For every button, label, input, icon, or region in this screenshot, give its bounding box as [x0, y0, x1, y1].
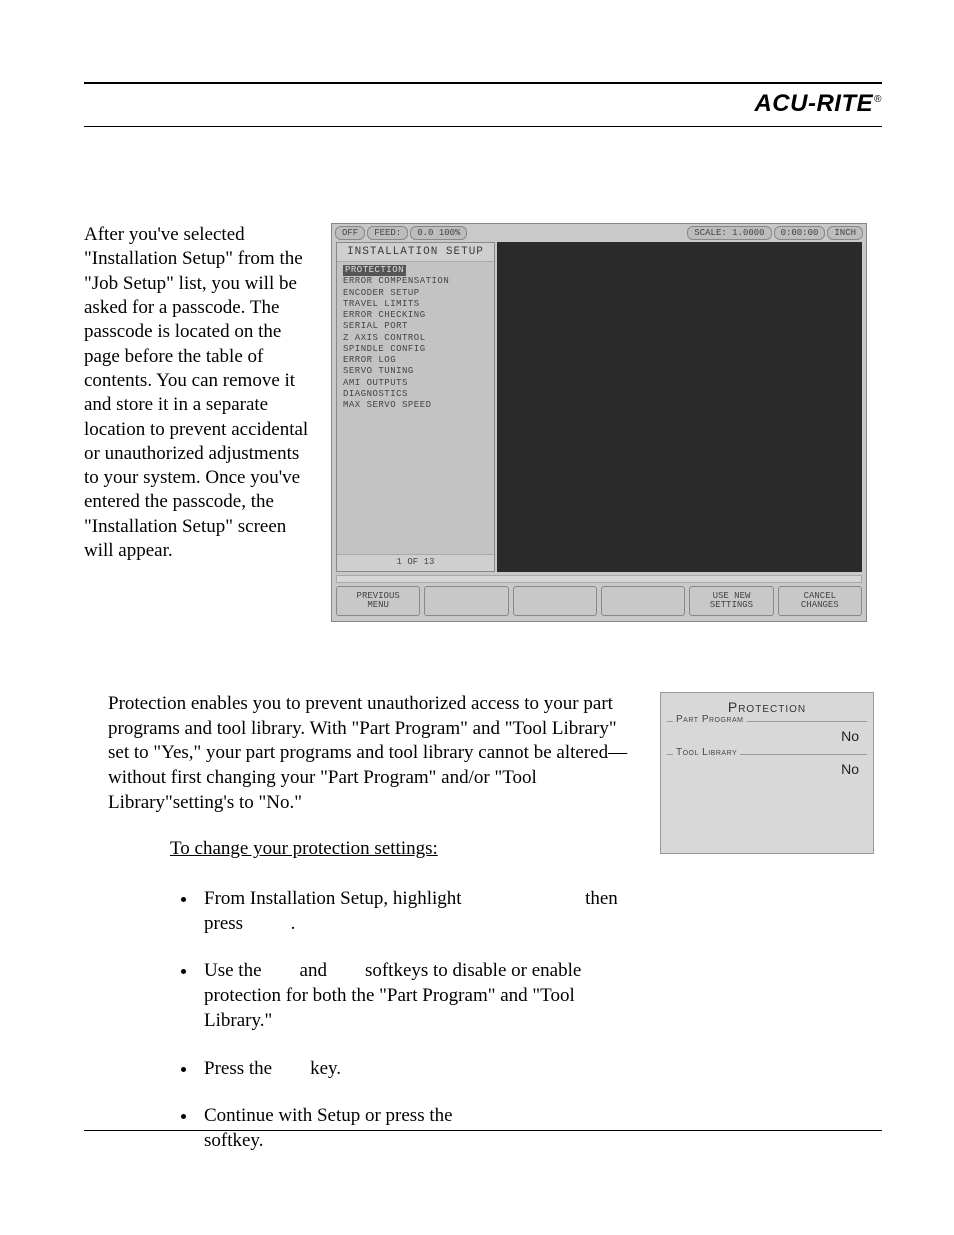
menu-footer-count: 1 OF 13 — [337, 554, 494, 571]
menu-title: INSTALLATION SETUP — [337, 243, 494, 262]
status-pill: OFF — [335, 226, 365, 240]
status-pill: INCH — [827, 226, 863, 240]
menu-item[interactable]: AMI Outputs — [343, 378, 488, 389]
preview-area — [497, 242, 862, 572]
field-value: No — [841, 728, 859, 744]
menu-item[interactable]: Error Checking — [343, 310, 488, 321]
menu-item[interactable]: Error Log — [343, 355, 488, 366]
softkey-blank[interactable] — [601, 586, 685, 616]
menu-item[interactable]: Z Axis Control — [343, 333, 488, 344]
softkey-use-new-settings[interactable]: USE NEW SETTINGS — [689, 586, 773, 616]
softkey-blank[interactable] — [513, 586, 597, 616]
status-pill: FEED: — [367, 226, 408, 240]
status-pill: SCALE: 1.0000 — [687, 226, 771, 240]
step-2: Use the and softkeys to disable or enabl… — [198, 958, 642, 1033]
menu-item[interactable]: Diagnostics — [343, 389, 488, 400]
menu-item[interactable]: Error Compensation — [343, 276, 488, 287]
menu-item[interactable]: Max Servo Speed — [343, 400, 488, 411]
menu-list: Protection Error Compensation Encoder Se… — [337, 262, 494, 554]
installation-setup-screenshot: OFF FEED: 0.0 100% SCALE: 1.0000 0:00:00… — [331, 223, 867, 622]
softkey-cancel-changes[interactable]: CANCEL CHANGES — [778, 586, 862, 616]
step-3: Press the key. — [198, 1056, 642, 1081]
brand-logo: ACU-RITE® — [754, 90, 882, 118]
field-value: No — [841, 761, 859, 777]
intro-paragraph: After you've selected "Installation Setu… — [84, 223, 309, 622]
status-pill: 0.0 100% — [410, 226, 467, 240]
menu-item[interactable]: Travel Limits — [343, 299, 488, 310]
field-label: Tool Library — [673, 747, 740, 758]
protection-paragraph: Protection enables you to prevent unauth… — [108, 692, 642, 815]
softkey-blank[interactable] — [424, 586, 508, 616]
menu-item[interactable]: Encoder Setup — [343, 288, 488, 299]
step-4: Continue with Setup or press the softkey… — [198, 1103, 642, 1153]
softkey-previous-menu[interactable]: PREVIOUS MENU — [336, 586, 420, 616]
protection-screenshot: Protection Part Program No Tool Library … — [660, 692, 874, 854]
menu-item[interactable]: Serial Port — [343, 321, 488, 332]
menu-item[interactable]: Spindle Config — [343, 344, 488, 355]
status-pill: 0:00:00 — [774, 226, 826, 240]
field-tool-library[interactable]: Tool Library No — [667, 754, 867, 785]
field-label: Part Program — [673, 714, 747, 725]
menu-item-protection[interactable]: Protection — [343, 265, 406, 276]
menu-item[interactable]: Servo Tuning — [343, 366, 488, 377]
protection-subheading: To change your protection settings: — [170, 837, 642, 862]
step-1: From Installation Setup, highlight then … — [198, 886, 642, 936]
